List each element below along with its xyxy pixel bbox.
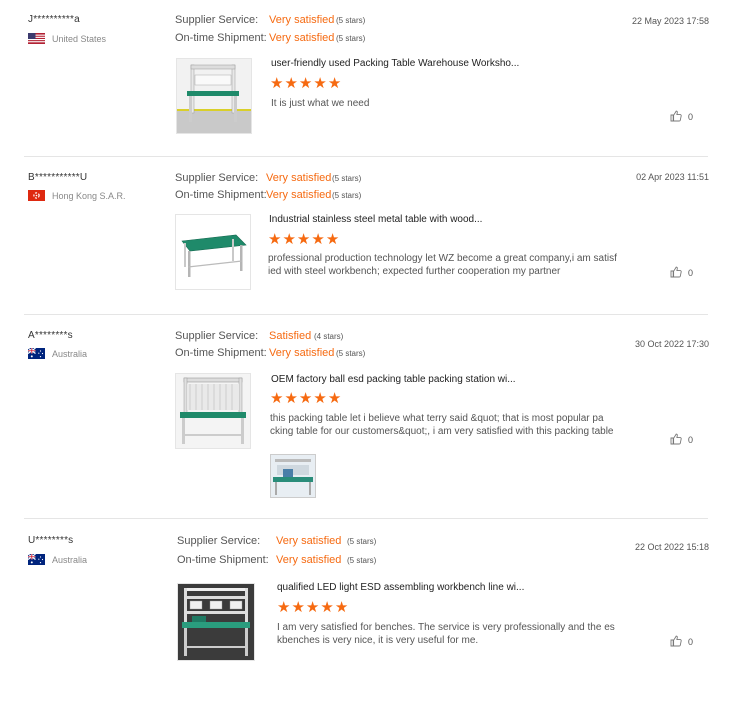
- flag-hk-icon: [28, 190, 45, 201]
- star-icon: ★: [298, 75, 313, 92]
- reviewer-country: Hong Kong S.A.R.: [28, 190, 126, 201]
- star-icon: ★: [284, 390, 298, 407]
- divider: [24, 156, 708, 157]
- supplier-service-stars: (5 stars): [336, 16, 366, 25]
- review-date: 30 Oct 2022 17:30: [634, 339, 709, 349]
- supplier-service-label: Supplier Service:: [175, 172, 259, 184]
- star-icon: ★: [311, 231, 325, 248]
- star-icon: ★: [284, 75, 298, 92]
- reviewer-country: Australia: [27, 347, 88, 359]
- product-thumbnail[interactable]: [175, 214, 251, 290]
- review-text: I am very satisfied for benches. The ser…: [277, 622, 615, 646]
- review-star-rating: ★ ★ ★ ★ ★: [277, 600, 349, 615]
- star-icon: ★: [327, 75, 342, 92]
- flag-au-icon: [27, 553, 45, 565]
- shipment-label: On-time Shipment:: [177, 554, 269, 566]
- like-button[interactable]: 0: [670, 635, 693, 649]
- like-count: 0: [687, 112, 693, 122]
- supplier-service-rating: Very satisfied: [266, 172, 332, 184]
- thumbs-up-icon[interactable]: [670, 110, 682, 124]
- divider: [24, 518, 708, 519]
- flag-au-icon: [27, 347, 45, 359]
- star-icon: ★: [313, 390, 327, 407]
- shipment-stars: (5 stars): [336, 34, 366, 43]
- product-title-link[interactable]: OEM factory ball esd packing table packi…: [271, 374, 516, 385]
- star-icon: ★: [270, 75, 284, 92]
- shipment-rating: Very satisfied: [269, 347, 335, 359]
- review-date: 02 Apr 2023 11:51: [636, 172, 709, 182]
- review-star-rating: ★ ★ ★ ★ ★: [270, 76, 342, 91]
- star-icon: ★: [296, 231, 311, 248]
- like-count: 0: [687, 435, 693, 445]
- star-icon: ★: [270, 390, 284, 407]
- like-button[interactable]: 0: [670, 266, 693, 280]
- shipment-rating: Very satisfied: [269, 32, 335, 44]
- supplier-service-stars: (5 stars): [347, 537, 377, 546]
- star-icon: ★: [325, 231, 340, 248]
- reviewer-name: U********s: [28, 535, 74, 546]
- product-title-link[interactable]: user-friendly used Packing Table Warehou…: [271, 58, 519, 69]
- star-icon: ★: [282, 231, 296, 248]
- review-text: this packing table let i believe what te…: [270, 413, 614, 437]
- review-text: It is just what we need: [271, 98, 370, 109]
- product-title-link[interactable]: Industrial stainless steel metal table w…: [269, 214, 482, 225]
- like-button[interactable]: 0: [670, 110, 693, 124]
- reviewer-name: J**********a: [28, 14, 80, 25]
- shipment-stars: (5 stars): [347, 556, 377, 565]
- shipment-label: On-time Shipment:: [175, 347, 267, 359]
- reviewer-name: B***********U: [28, 172, 88, 183]
- review-star-rating: ★ ★ ★ ★ ★: [268, 232, 340, 247]
- like-count: 0: [687, 268, 693, 278]
- like-count: 0: [687, 637, 693, 647]
- product-title-link[interactable]: qualified LED light ESD assembling workb…: [277, 582, 524, 593]
- product-thumbnail[interactable]: [177, 583, 255, 661]
- thumbs-up-icon[interactable]: [670, 635, 682, 649]
- supplier-service-rating: Very satisfied: [276, 535, 342, 547]
- reviewer-country: Australia: [27, 553, 88, 565]
- supplier-service-rating: Satisfied: [269, 330, 312, 342]
- review-date: 22 Oct 2022 15:18: [634, 542, 709, 552]
- shipment-label: On-time Shipment:: [175, 32, 267, 44]
- product-thumbnail[interactable]: [175, 373, 251, 449]
- country-label: Australia: [52, 348, 88, 359]
- star-icon: ★: [320, 599, 334, 616]
- star-icon: ★: [268, 231, 282, 248]
- star-icon: ★: [277, 599, 291, 616]
- supplier-service-label: Supplier Service:: [175, 330, 259, 342]
- shipment-rating: Very satisfied: [266, 189, 332, 201]
- reviewer-name: A********s: [28, 330, 73, 341]
- review-star-rating: ★ ★ ★ ★ ★: [270, 391, 342, 406]
- thumbs-up-icon[interactable]: [670, 433, 682, 447]
- supplier-service-rating: Very satisfied: [269, 14, 335, 26]
- shipment-stars: (5 stars): [332, 191, 362, 200]
- star-icon: ★: [298, 390, 313, 407]
- star-icon: ★: [313, 75, 327, 92]
- thumbs-up-icon[interactable]: [670, 266, 682, 280]
- star-icon: ★: [327, 390, 342, 407]
- review-photo-thumbnail[interactable]: [270, 454, 316, 498]
- country-label: Hong Kong S.A.R.: [52, 190, 126, 201]
- divider: [24, 314, 708, 315]
- supplier-service-stars: (4 stars): [314, 332, 344, 341]
- country-label: United States: [52, 33, 107, 44]
- supplier-service-label: Supplier Service:: [177, 535, 261, 547]
- star-icon: ★: [291, 599, 305, 616]
- star-icon: ★: [305, 599, 320, 616]
- review-text: professional production technology let W…: [268, 253, 617, 277]
- supplier-service-stars: (5 stars): [332, 174, 362, 183]
- product-thumbnail[interactable]: [176, 58, 252, 134]
- reviewer-country: United States: [28, 33, 106, 44]
- shipment-label: On-time Shipment:: [175, 189, 267, 201]
- like-button[interactable]: 0: [670, 433, 693, 447]
- flag-us-icon: [28, 33, 45, 44]
- supplier-service-label: Supplier Service:: [175, 14, 259, 26]
- review-date: 22 May 2023 17:58: [631, 16, 709, 26]
- shipment-rating: Very satisfied: [276, 554, 342, 566]
- star-icon: ★: [334, 599, 349, 616]
- shipment-stars: (5 stars): [336, 349, 366, 358]
- country-label: Australia: [52, 554, 88, 565]
